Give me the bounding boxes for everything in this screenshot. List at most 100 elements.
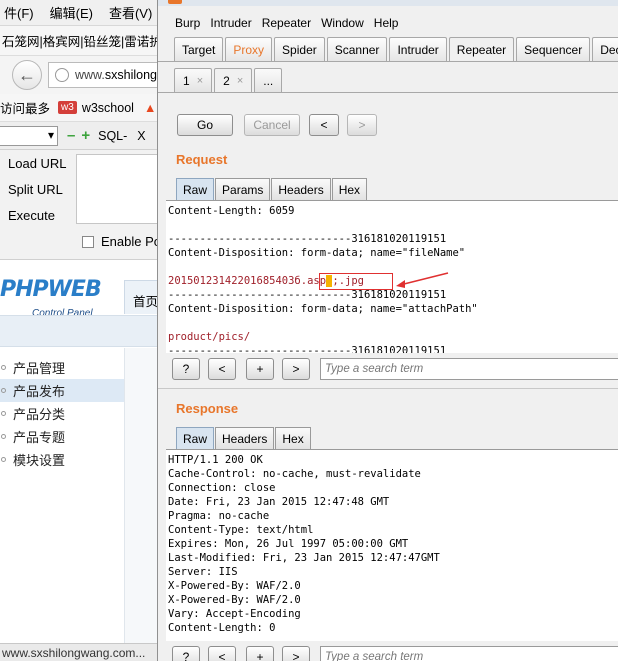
response-line: Last-Modified: Fri, 23 Jan 2015 12:47:47… [168, 552, 440, 564]
response-tab-raw[interactable]: Raw [176, 427, 215, 449]
menu-intruder[interactable]: Intruder [210, 16, 251, 30]
filename-prefix: 20150123142201685403б. [168, 275, 308, 287]
enable-post-checkbox[interactable]: Enable Po [82, 234, 161, 249]
tab-sequencer[interactable]: Sequencer [516, 37, 591, 61]
cancel-button[interactable]: Cancel [244, 114, 300, 136]
repeater-tab-label: 1 [183, 73, 190, 88]
request-editor[interactable]: Content-Length: 6059 -------------------… [166, 200, 618, 353]
menu-burp[interactable]: Burp [175, 16, 200, 30]
close-icon[interactable]: × [197, 75, 203, 87]
hackbar-dropdown[interactable] [0, 125, 58, 146]
request-tab-headers[interactable]: Headers [271, 178, 331, 200]
request-tab-hex[interactable]: Hex [331, 178, 368, 200]
menu-window[interactable]: Window [321, 16, 364, 30]
response-view-tabs: Raw Headers Hex [176, 427, 312, 449]
response-line: Vary: Accept-Encoding [168, 608, 301, 620]
subtab-divider [158, 92, 618, 93]
repeater-new-tab[interactable]: ... [254, 68, 283, 92]
plus-icon[interactable]: + [81, 127, 90, 144]
side-menu-item[interactable]: 产品专题 [0, 425, 124, 448]
admin-top-band [0, 315, 170, 347]
menu-repeater[interactable]: Repeater [262, 16, 311, 30]
response-editor[interactable]: HTTP/1.1 200 OK Cache-Control: no-cache,… [166, 449, 618, 641]
burp-suite-window: Burp Intruder Repeater Window Help Targe… [157, 0, 618, 661]
browser-nav-bar: ← www. sxshilongw [0, 56, 170, 94]
side-menu-item[interactable]: 模块设置 [0, 448, 124, 471]
back-button[interactable]: ← [12, 60, 42, 90]
tab-decoder[interactable]: Decoder [592, 37, 618, 61]
response-title: Response [176, 401, 239, 416]
response-tab-hex[interactable]: Hex [275, 427, 311, 449]
tab-intruder[interactable]: Intruder [389, 37, 447, 61]
request-search-next-button[interactable]: > [282, 358, 310, 380]
browser-menubar: 件(F) 编辑(E) 查看(V) 历史 [0, 0, 170, 26]
request-tab-raw[interactable]: Raw [176, 178, 215, 200]
repeater-tab-2[interactable]: 2 × [214, 68, 253, 93]
side-menu-label: 模块设置 [13, 453, 66, 468]
minus-icon[interactable]: – [67, 127, 75, 144]
browser-bookmarks-bar-2: 访问最多 w3 w3school ▲ [0, 94, 170, 122]
bullet-icon [1, 457, 6, 462]
hackbar-x-menu[interactable]: X [137, 129, 145, 143]
repeater-tab-bar: 1 × 2 × ... [174, 68, 284, 93]
request-search-add-button[interactable]: + [246, 358, 274, 380]
response-search-input[interactable]: Type a search term [320, 646, 618, 661]
load-url-button[interactable]: Load URL [8, 156, 67, 171]
hackbar-url-textarea[interactable] [76, 154, 170, 224]
request-line: Content-Length: 6059 [168, 205, 295, 217]
response-line: X-Powered-By: WAF/2.0 [168, 580, 301, 592]
go-button[interactable]: Go [177, 114, 233, 136]
side-menu-item-active[interactable]: 产品发布 [0, 379, 124, 402]
burp-menubar: Burp Intruder Repeater Window Help [158, 12, 618, 34]
hackbar-panel: Load URL Split URL Execute Enable Po [0, 150, 170, 260]
bullet-icon [1, 388, 6, 393]
tab-repeater[interactable]: Repeater [448, 37, 515, 62]
bookmark-most-visited[interactable]: 访问最多 [0, 98, 50, 117]
repeater-tab-1[interactable]: 1 × [174, 68, 213, 92]
response-line: Content-Length: 0 [168, 622, 276, 634]
request-line: -----------------------------31618102011… [168, 233, 447, 245]
tab-spider[interactable]: Spider [274, 37, 325, 61]
request-view-tabs: Raw Params Headers Hex [176, 178, 368, 200]
checkbox-box [82, 235, 94, 248]
response-search-next-button[interactable]: > [282, 646, 310, 661]
browser-menu-edit[interactable]: 编辑(E) [50, 3, 93, 22]
split-url-button[interactable]: Split URL [8, 182, 63, 197]
request-tab-params[interactable]: Params [215, 178, 271, 200]
response-line: HTTP/1.1 200 OK [168, 454, 263, 466]
tab-home-label: 首页 [133, 295, 159, 309]
bookmark-links[interactable]: 石笼网|格宾网|铅丝笼|雷诺护... [0, 31, 170, 50]
tab-target[interactable]: Target [174, 37, 224, 61]
history-forward-button[interactable]: > [347, 114, 377, 136]
response-search-prev-button[interactable]: < [208, 646, 236, 661]
hackbar-sql-menu[interactable]: SQL- [98, 129, 127, 143]
browser-menu-file[interactable]: 件(F) [4, 3, 34, 22]
response-line: X-Powered-By: WAF/2.0 [168, 594, 301, 606]
request-search-help-button[interactable]: ? [172, 358, 200, 380]
response-line: Cache-Control: no-cache, must-revalidate [168, 468, 421, 480]
close-icon[interactable]: × [237, 75, 243, 87]
response-line: Date: Fri, 23 Jan 2015 12:47:48 GMT [168, 496, 390, 508]
browser-menu-view[interactable]: 查看(V) [109, 3, 152, 22]
red-arrow-annotation [396, 272, 449, 288]
response-tab-headers[interactable]: Headers [215, 427, 275, 449]
url-bar[interactable]: www. sxshilongw [48, 62, 170, 88]
side-menu-item[interactable]: 产品管理 [0, 356, 124, 379]
tab-proxy[interactable]: Proxy [225, 37, 273, 61]
browser-status-bar: www.sxshilongwang.com... [0, 643, 170, 661]
globe-icon [55, 68, 69, 82]
request-search-prev-button[interactable]: < [208, 358, 236, 380]
response-search-add-button[interactable]: + [246, 646, 274, 661]
response-search-help-button[interactable]: ? [172, 646, 200, 661]
url-prefix: www. [75, 68, 105, 82]
bookmark-w3school[interactable]: w3school [82, 101, 134, 115]
enable-post-label: Enable Po [101, 234, 161, 249]
bullet-icon [1, 365, 6, 370]
menu-help[interactable]: Help [374, 16, 399, 30]
side-menu-item[interactable]: 产品分类 [0, 402, 124, 425]
history-back-button[interactable]: < [309, 114, 339, 136]
bullet-icon [1, 434, 6, 439]
execute-button[interactable]: Execute [8, 208, 55, 223]
request-search-input[interactable]: Type a search term [320, 358, 618, 380]
tab-scanner[interactable]: Scanner [326, 37, 388, 61]
